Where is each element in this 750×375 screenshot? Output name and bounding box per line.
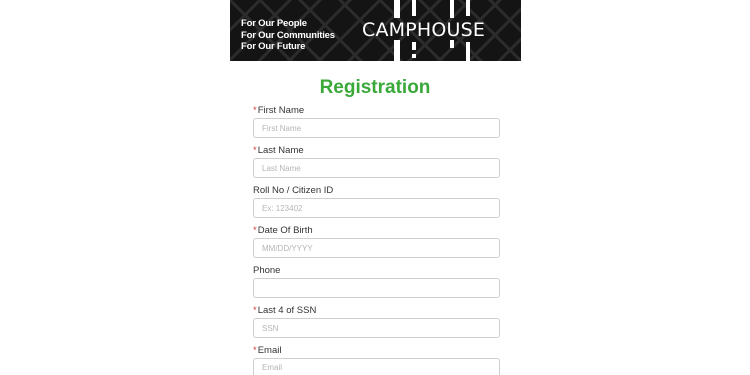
citizen-id-label: Roll No / Citizen ID <box>253 185 333 197</box>
banner-tagline: For Our People For Our Communities For O… <box>241 18 335 53</box>
email-label-text: Email <box>257 345 282 356</box>
first-name-label: *First Name <box>253 105 304 117</box>
phone-label-text: Phone <box>253 265 281 276</box>
citizen-id-label-text: Roll No / Citizen ID <box>253 185 334 196</box>
tagline-line: For Our Communities <box>241 29 335 41</box>
email-label: *Email <box>253 345 281 357</box>
ssn-label: *Last 4 of SSN <box>253 305 316 317</box>
date-of-birth-label: *Date Of Birth <box>253 225 313 237</box>
last-name-label-text: Last Name <box>257 145 304 156</box>
required-marker: * <box>253 105 257 116</box>
tagline-line: For Our Future <box>241 41 306 52</box>
phone-label: Phone <box>253 265 280 277</box>
required-marker: * <box>253 145 257 156</box>
last-name-input[interactable] <box>253 158 500 178</box>
required-marker: * <box>253 305 257 316</box>
header-banner: For Our People For Our Communities For O… <box>230 0 521 61</box>
camphouse-logo: CAMPHOUSE <box>362 19 486 41</box>
citizen-id-input[interactable] <box>253 198 500 218</box>
tagline-line: For Our People <box>241 18 307 29</box>
phone-input[interactable] <box>253 278 500 298</box>
ssn-input[interactable] <box>253 318 500 338</box>
page-title: Registration <box>319 77 431 98</box>
first-name-label-text: First Name <box>257 105 305 116</box>
ssn-label-text: Last 4 of SSN <box>257 305 317 316</box>
required-marker: * <box>253 345 257 356</box>
date-of-birth-label-text: Date Of Birth <box>257 225 313 236</box>
required-marker: * <box>253 225 257 236</box>
last-name-label: *Last Name <box>253 145 304 157</box>
email-input[interactable] <box>253 358 500 375</box>
first-name-input[interactable] <box>253 118 500 138</box>
date-of-birth-input[interactable] <box>253 238 500 258</box>
